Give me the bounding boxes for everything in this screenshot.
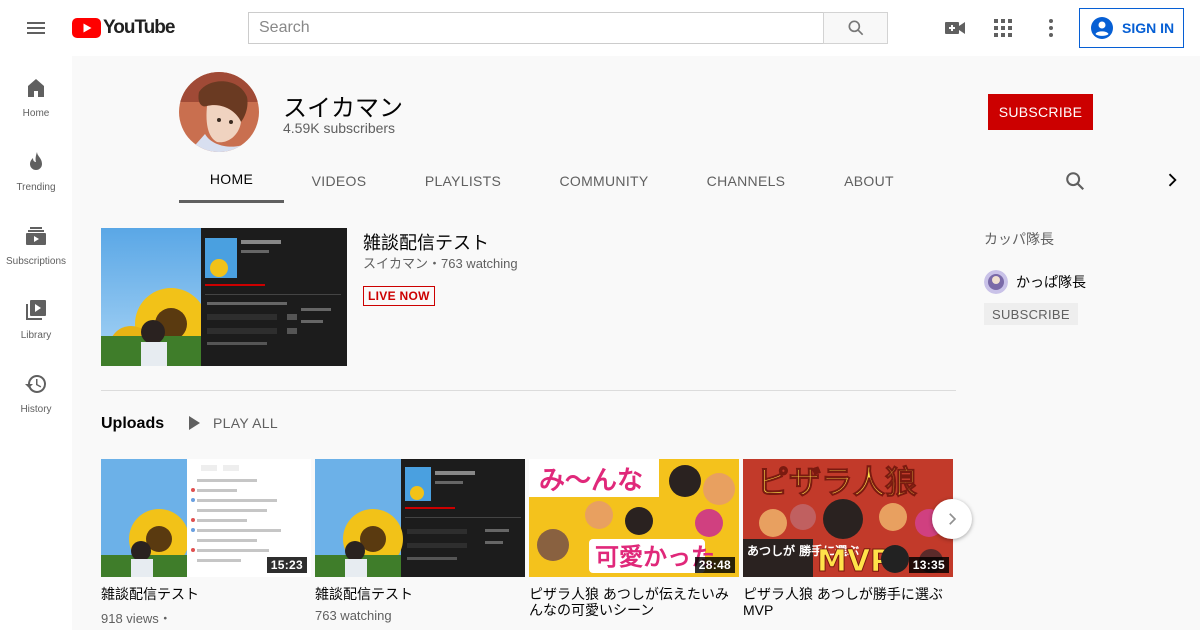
subscriber-count: 4.59K subscribers: [283, 120, 396, 136]
channel-avatar[interactable]: [179, 72, 259, 152]
youtube-logo-text: YouTube: [103, 17, 175, 38]
top-bar: YouTube SIGN IN: [0, 0, 1200, 56]
thumbnail-text-bottom: MVP: [817, 544, 892, 577]
youtube-logo[interactable]: YouTube: [72, 17, 175, 39]
subscriptions-icon: [26, 227, 46, 245]
video-thumbnail[interactable]: [315, 459, 525, 577]
video-meta: 763 watching: [315, 608, 392, 623]
home-icon: [28, 79, 44, 97]
sidebar-item-label: Home: [22, 108, 50, 119]
uploads-section-title[interactable]: Uploads: [101, 415, 164, 433]
create-video-icon[interactable]: [943, 16, 967, 45]
library-icon: [26, 300, 46, 320]
thumbnail-text-top: ピザラ人狼: [757, 463, 917, 501]
video-title[interactable]: ピザラ人狼 あつしが伝えたいみんなの可愛いシーン: [529, 586, 739, 618]
account-circle-icon: [1091, 17, 1113, 39]
apps-grid-icon[interactable]: [991, 16, 1015, 45]
tab-home[interactable]: HOME: [179, 158, 284, 203]
fire-icon: [30, 152, 42, 170]
video-card[interactable]: 雑談配信テスト 763 watching: [315, 459, 525, 623]
sidebar-item-library[interactable]: Library: [0, 278, 72, 352]
search-input[interactable]: [248, 12, 823, 44]
tab-community[interactable]: COMMUNITY: [549, 158, 659, 203]
history-icon: [25, 375, 46, 393]
tabs-scroll-right-icon[interactable]: [1162, 170, 1182, 195]
more-vert-icon[interactable]: [1039, 16, 1063, 45]
featured-video-title[interactable]: 雑談配信テスト: [363, 229, 489, 255]
sidebar-item-label: Library: [20, 330, 52, 341]
featured-channels-panel: カッパ隊長 かっぱ隊長 SUBSCRIBE: [984, 203, 1200, 630]
sidebar-item-history[interactable]: History: [0, 352, 72, 426]
shelf-next-button[interactable]: [932, 499, 972, 539]
search-bar: [248, 12, 888, 44]
channel-name: スイカマン: [283, 95, 403, 122]
search-button[interactable]: [823, 12, 888, 44]
sidebar-item-label: Subscriptions: [5, 256, 67, 267]
search-icon: [848, 20, 863, 36]
video-thumbnail[interactable]: 15:23: [101, 459, 311, 577]
featured-channel-subscribe-button[interactable]: SUBSCRIBE: [984, 303, 1078, 325]
featured-video-thumbnail[interactable]: [101, 228, 347, 366]
hamburger-menu-icon[interactable]: [24, 16, 48, 40]
sidebar-item-subscriptions[interactable]: Subscriptions: [0, 204, 72, 278]
video-title[interactable]: ピザラ人狼 あつしが勝手に選ぶMVP: [743, 586, 953, 618]
featured-channel-item[interactable]: かっぱ隊長: [984, 270, 1086, 294]
featured-channel-avatar[interactable]: [984, 270, 1008, 294]
play-icon: [189, 416, 200, 430]
video-duration: 13:35: [908, 557, 949, 573]
tab-about[interactable]: ABOUT: [829, 158, 909, 203]
video-title[interactable]: 雑談配信テスト: [315, 586, 525, 602]
sign-in-button[interactable]: SIGN IN: [1079, 8, 1184, 48]
live-now-badge: LIVE NOW: [363, 286, 435, 306]
video-card[interactable]: ピザラ人狼 あつしが 勝手に選ぶ MVP 13:35 ピザラ人狼 あつしが勝手に…: [743, 459, 953, 618]
sidebar-item-label: Trending: [16, 182, 56, 193]
video-thumbnail[interactable]: ピザラ人狼 あつしが 勝手に選ぶ MVP 13:35: [743, 459, 953, 577]
featured-channel-name[interactable]: かっぱ隊長: [1016, 272, 1086, 292]
video-card[interactable]: み〜んな 可愛かった 28:48 ピザラ人狼 あつしが伝えたいみんなの可愛いシー…: [529, 459, 739, 618]
video-meta: 918 views・: [101, 611, 172, 626]
tab-videos[interactable]: VIDEOS: [293, 158, 385, 203]
channel-search-icon[interactable]: [1064, 170, 1086, 197]
play-all-label: PLAY ALL: [213, 415, 278, 431]
video-title[interactable]: 雑談配信テスト: [101, 586, 311, 602]
sidebar-item-home[interactable]: Home: [0, 56, 72, 130]
main-content: 雑談配信テスト スイカマン・763 watching LIVE NOW Uplo…: [72, 203, 972, 630]
subscribe-button[interactable]: SUBSCRIBE: [988, 94, 1093, 130]
featured-channels-heading: カッパ隊長: [984, 231, 1054, 247]
featured-video-meta: スイカマン・763 watching: [363, 256, 518, 271]
youtube-play-logo-icon: [72, 18, 101, 38]
sign-in-label: SIGN IN: [1122, 20, 1175, 36]
section-divider: [101, 390, 956, 391]
video-duration: 15:23: [266, 557, 307, 573]
sidebar-item-trending[interactable]: Trending: [0, 130, 72, 204]
video-duration: 28:48: [694, 557, 735, 573]
tab-playlists[interactable]: PLAYLISTS: [411, 158, 515, 203]
tab-channels[interactable]: CHANNELS: [696, 158, 796, 203]
chevron-right-icon: [949, 513, 957, 525]
play-all-button[interactable]: PLAY ALL: [187, 415, 278, 431]
video-card[interactable]: 15:23 雑談配信テスト 918 views・: [101, 459, 311, 627]
sidebar-item-label: History: [20, 404, 52, 415]
thumbnail-text-top: み〜んな: [539, 466, 643, 496]
side-nav: Home Trending Subscriptions Library Hist…: [0, 56, 72, 630]
video-thumbnail[interactable]: み〜んな 可愛かった 28:48: [529, 459, 739, 577]
channel-header: スイカマン 4.59K subscribers SUBSCRIBE HOME V…: [72, 56, 1200, 203]
